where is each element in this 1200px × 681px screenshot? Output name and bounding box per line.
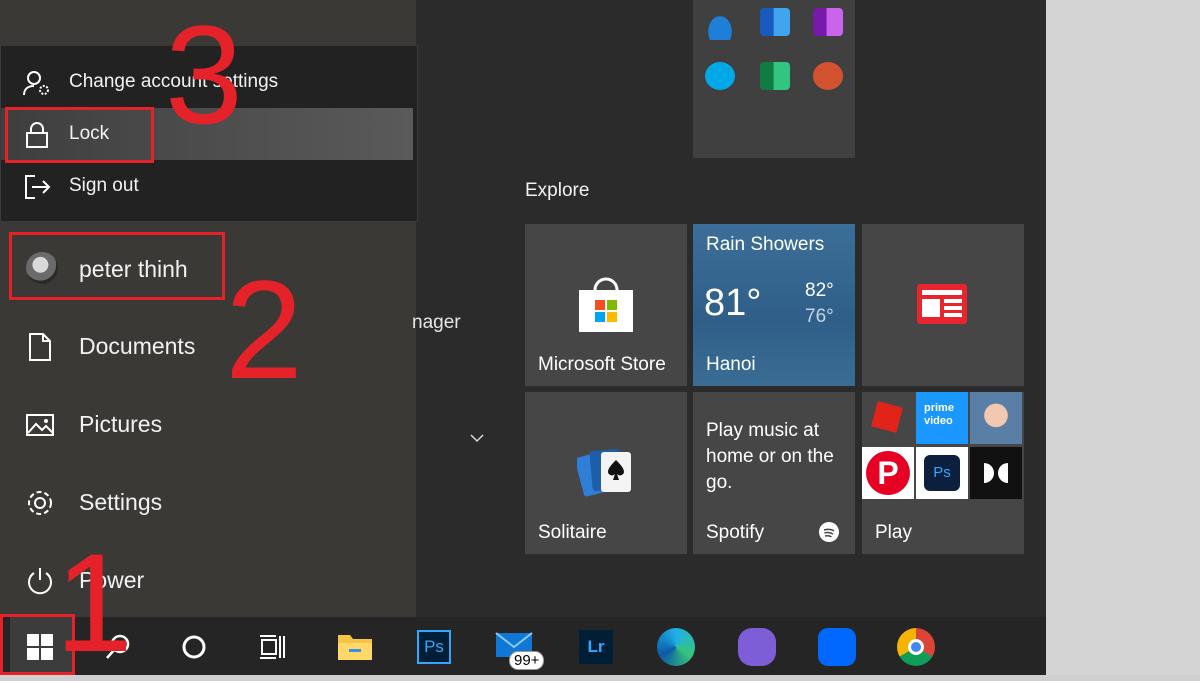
task-view-button[interactable] bbox=[242, 617, 302, 675]
taskbar: Ps 99+ Lr bbox=[0, 617, 1046, 675]
lightroom-button[interactable]: Lr bbox=[566, 617, 626, 675]
dolby-icon[interactable] bbox=[970, 447, 1022, 499]
solitaire-cards-icon bbox=[577, 449, 631, 497]
photoshop-button[interactable]: Ps bbox=[404, 617, 464, 675]
microsoft-store-tile[interactable]: Microsoft Store bbox=[525, 224, 687, 386]
spotify-label: Spotify bbox=[706, 522, 765, 543]
lightroom-icon: Lr bbox=[579, 630, 613, 664]
chrome-icon bbox=[897, 628, 935, 666]
task-view-icon bbox=[260, 635, 285, 659]
prime-video-icon[interactable]: prime video bbox=[916, 392, 968, 444]
user-settings-icon bbox=[23, 71, 49, 96]
cortana-button[interactable] bbox=[164, 617, 224, 675]
onedrive-icon[interactable] bbox=[705, 12, 735, 40]
desktop-background bbox=[1046, 0, 1200, 675]
word-icon[interactable] bbox=[760, 8, 790, 36]
sign-out-item[interactable]: Sign out bbox=[1, 160, 417, 212]
zalo-button[interactable] bbox=[807, 617, 867, 675]
chevron-down-icon[interactable] bbox=[467, 428, 487, 448]
annotation-step-3: 3 bbox=[165, 0, 243, 153]
weather-temperature: 81° bbox=[704, 282, 762, 324]
weather-high: 82° bbox=[805, 280, 834, 301]
office-tile-group[interactable] bbox=[693, 0, 855, 158]
news-icon bbox=[917, 284, 967, 324]
play-folder-tile[interactable]: prime video P Ps Play bbox=[862, 392, 1024, 554]
photoshop-express-icon[interactable]: Ps bbox=[916, 447, 968, 499]
mail-badge: 99+ bbox=[509, 651, 545, 670]
spotify-icon bbox=[819, 522, 839, 542]
file-explorer-button[interactable] bbox=[325, 617, 385, 675]
spotify-promo-text: Play music at home or on the go. bbox=[706, 420, 834, 493]
excel-icon[interactable] bbox=[760, 62, 790, 90]
store-label: Microsoft Store bbox=[538, 354, 666, 375]
roblox-icon[interactable] bbox=[862, 392, 914, 444]
solitaire-label: Solitaire bbox=[538, 522, 607, 543]
app-list-partial-label[interactable]: nager bbox=[412, 312, 461, 334]
sign-out-label: Sign out bbox=[69, 175, 139, 196]
game-icon[interactable] bbox=[970, 392, 1022, 444]
powerpoint-icon[interactable] bbox=[813, 62, 843, 90]
pinterest-icon[interactable]: P bbox=[862, 447, 914, 499]
pictures-icon bbox=[26, 414, 54, 436]
photoshop-icon: Ps bbox=[417, 630, 451, 664]
zalo-icon bbox=[818, 628, 856, 666]
weather-low: 76° bbox=[805, 306, 834, 327]
pictures-item[interactable]: Pictures bbox=[0, 395, 416, 455]
pictures-label: Pictures bbox=[79, 411, 163, 437]
annotation-box-user bbox=[9, 232, 225, 300]
annotation-step-1: 1 bbox=[55, 524, 133, 681]
viber-icon bbox=[738, 628, 776, 666]
cortana-icon bbox=[182, 635, 206, 659]
news-tile[interactable] bbox=[862, 224, 1024, 386]
power-icon bbox=[28, 568, 52, 595]
sign-out-icon bbox=[25, 175, 51, 199]
solitaire-tile[interactable]: Solitaire bbox=[525, 392, 687, 554]
play-label: Play bbox=[875, 522, 912, 543]
app-list-strip bbox=[416, 0, 524, 617]
edge-button[interactable] bbox=[646, 617, 706, 675]
explore-title: Explore bbox=[525, 180, 590, 201]
spotify-tile[interactable]: Play music at home or on the go. Spotify bbox=[693, 392, 855, 554]
weather-condition: Rain Showers bbox=[706, 234, 825, 255]
documents-label: Documents bbox=[79, 333, 196, 359]
gear-icon bbox=[28, 491, 52, 515]
skype-icon[interactable] bbox=[705, 62, 735, 90]
folder-icon bbox=[338, 635, 372, 660]
weather-tile[interactable]: Rain Showers 81° 82° 76° Hanoi bbox=[693, 224, 855, 386]
chrome-button[interactable] bbox=[886, 617, 946, 675]
start-menu: peter thinh Documents Pictures Settings … bbox=[0, 0, 1046, 617]
annotation-step-2: 2 bbox=[225, 251, 303, 408]
onenote-icon[interactable] bbox=[813, 8, 843, 36]
settings-label: Settings bbox=[79, 489, 163, 515]
annotation-box-lock bbox=[5, 107, 154, 163]
viber-button[interactable] bbox=[727, 617, 787, 675]
store-bag-icon bbox=[579, 277, 633, 332]
edge-icon bbox=[657, 628, 695, 666]
weather-city: Hanoi bbox=[706, 354, 756, 375]
document-icon bbox=[29, 333, 51, 361]
documents-item[interactable]: Documents bbox=[0, 317, 416, 377]
mail-button[interactable]: 99+ bbox=[485, 617, 545, 675]
